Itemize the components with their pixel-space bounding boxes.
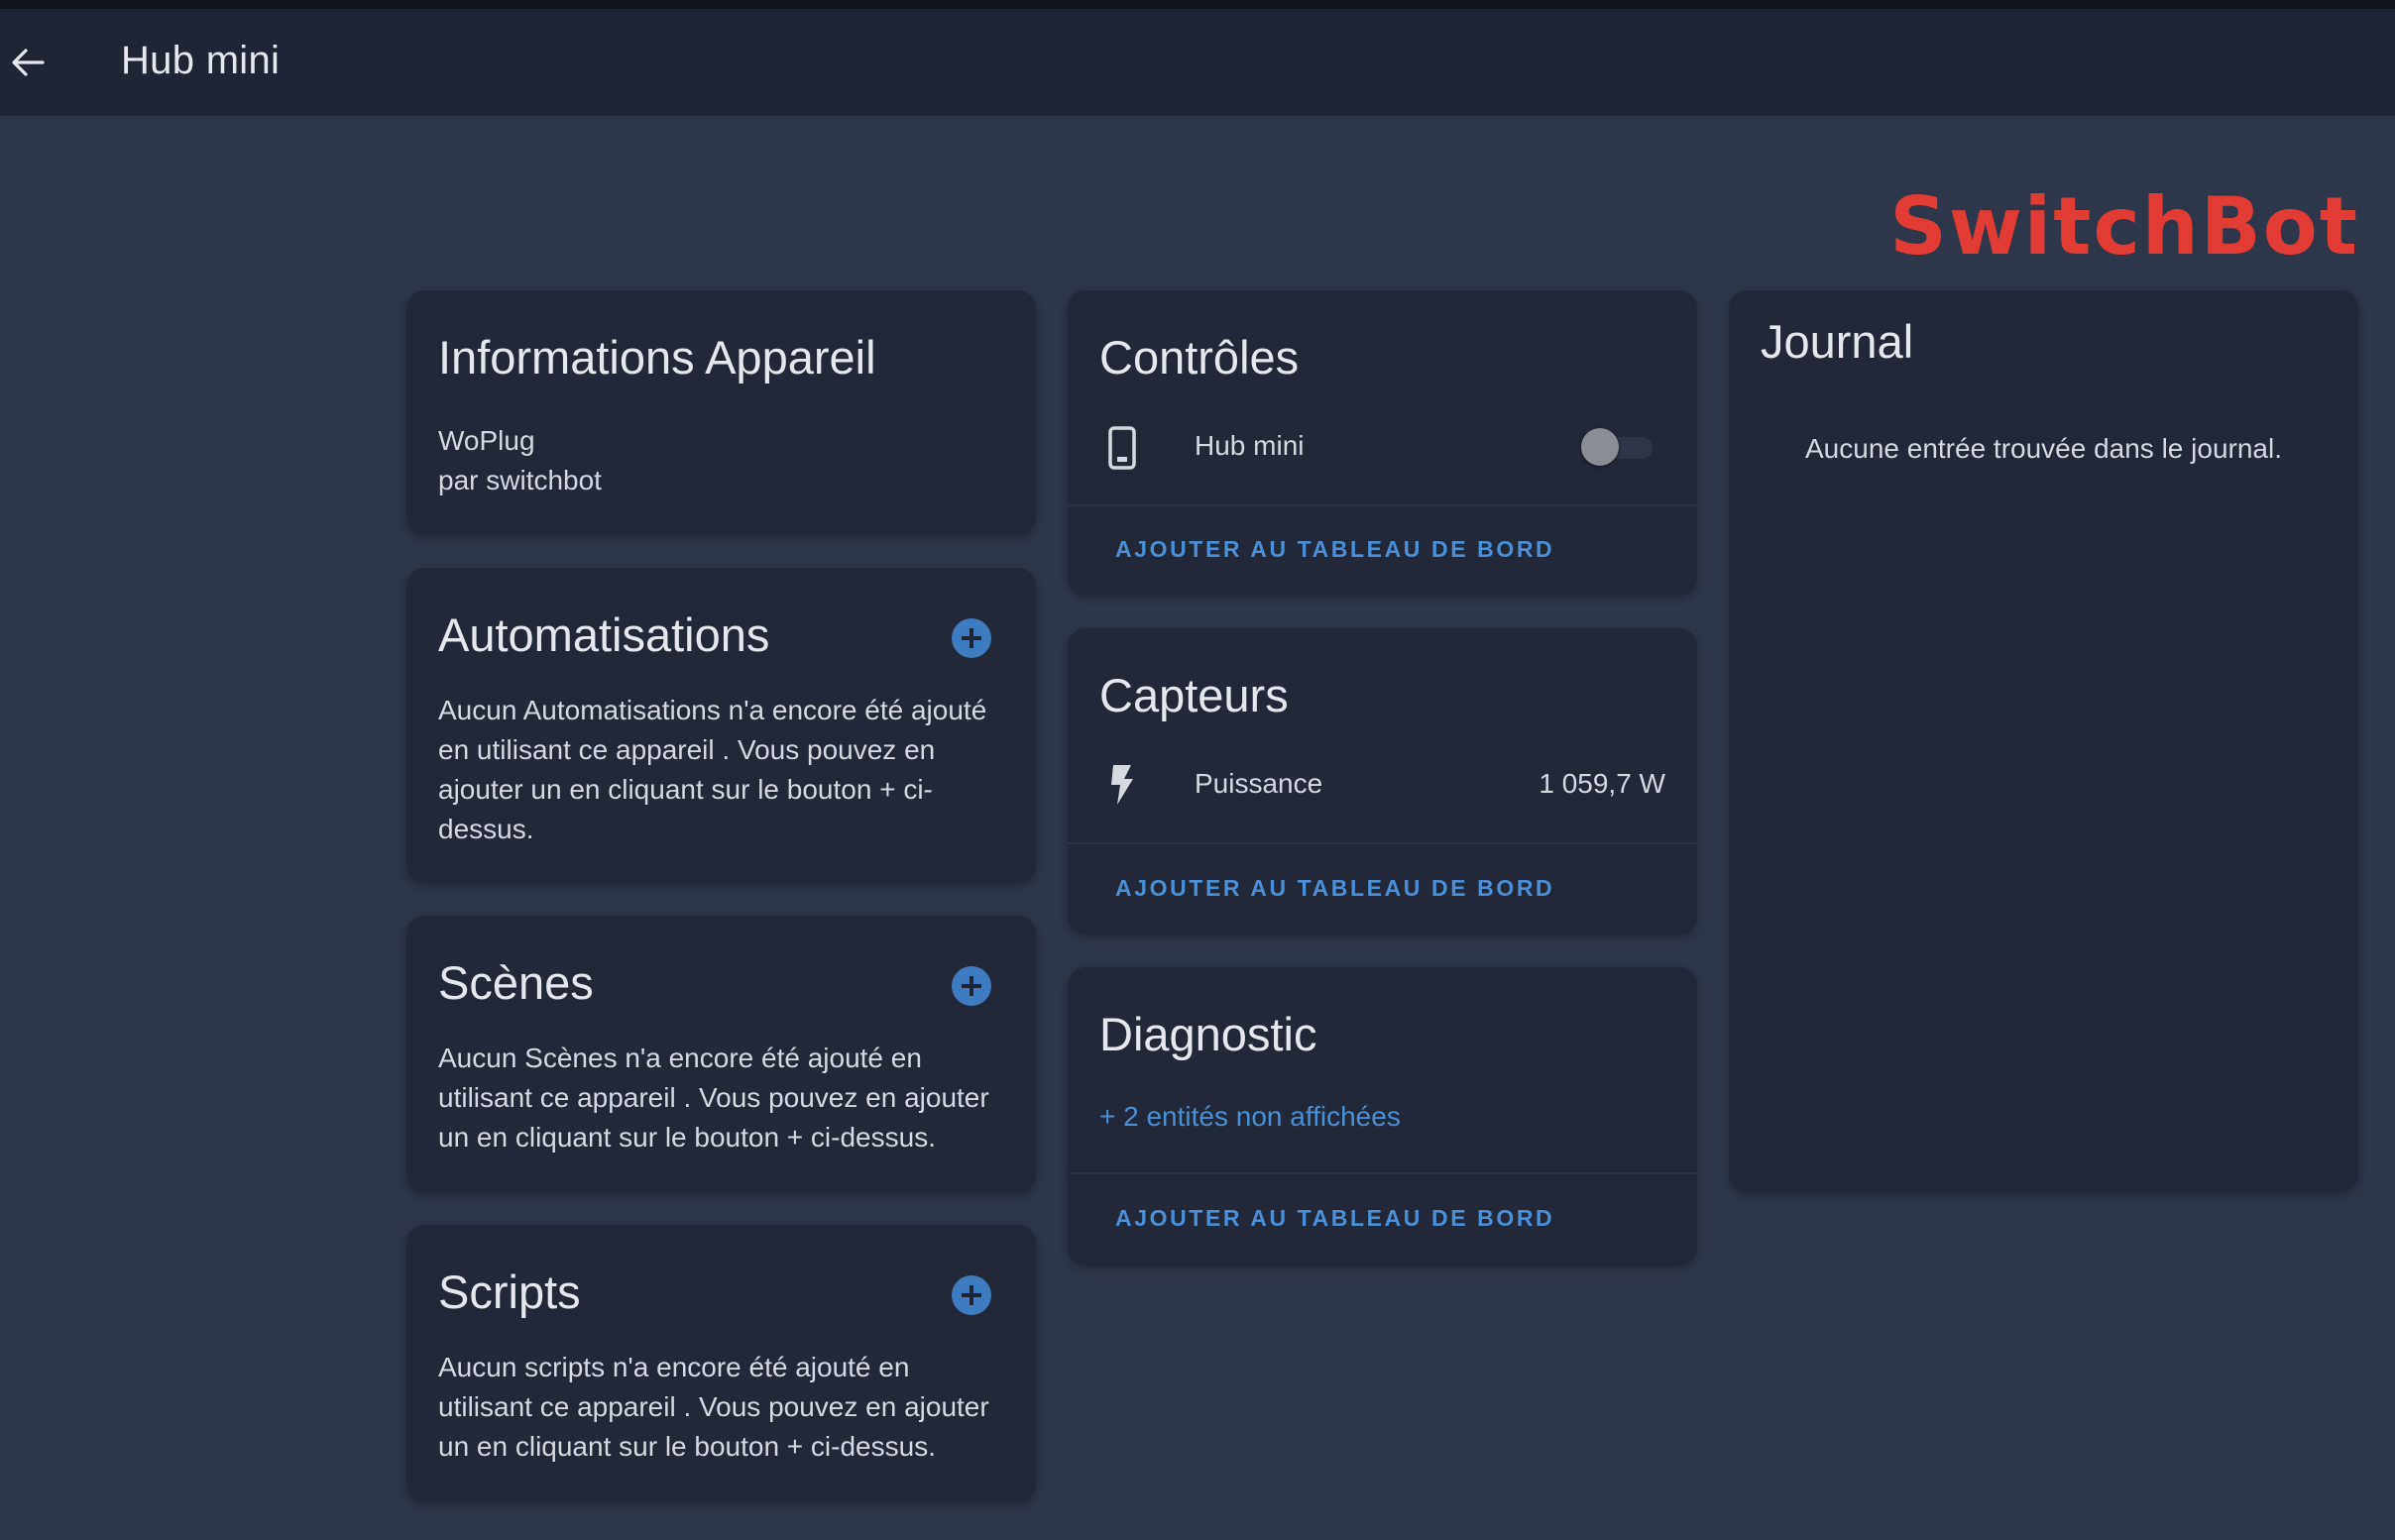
- diagnostic-card: Diagnostic + 2 entités non affichées AJO…: [1068, 967, 1697, 1265]
- add-script-icon[interactable]: [952, 1275, 991, 1315]
- scenes-empty-text: Aucun Scènes n'a encore été ajouté en ut…: [438, 1043, 989, 1153]
- device-manufacturer[interactable]: par switchbot: [438, 461, 602, 500]
- controls-card: Contrôles Hub mini AJOUTER AU TABLEAU DE…: [1068, 290, 1697, 596]
- card-title: Scripts: [438, 1265, 581, 1318]
- phone-icon: [1108, 426, 1136, 470]
- sensors-card: Capteurs Puissance 1 059,7 W AJOUTER AU …: [1068, 628, 1697, 935]
- controls-entity-label[interactable]: Hub mini: [1195, 430, 1304, 462]
- card-divider: [1068, 1172, 1697, 1174]
- sensor-entity-label[interactable]: Puissance: [1195, 768, 1322, 800]
- add-scene-icon[interactable]: [952, 966, 991, 1006]
- add-automation-icon[interactable]: [952, 618, 991, 658]
- controls-add-to-dashboard-button[interactable]: AJOUTER AU TABLEAU DE BORD: [1115, 536, 1554, 563]
- card-title: Automatisations: [438, 608, 770, 661]
- card-title: Informations Appareil: [438, 331, 876, 384]
- card-title: Scènes: [438, 956, 594, 1009]
- top-strip: [0, 0, 2395, 9]
- flash-icon: [1111, 765, 1133, 805]
- logbook-empty-text: Aucune entrée trouvée dans le journal.: [1805, 433, 2282, 464]
- scripts-card: Scripts Aucun scripts n'a encore été ajo…: [406, 1225, 1036, 1502]
- app-header: Hub mini: [0, 9, 2395, 116]
- toggle-knob[interactable]: [1581, 428, 1619, 466]
- scenes-card: Scènes Aucun Scènes n'a encore été ajout…: [406, 916, 1036, 1193]
- device-model: WoPlug: [438, 425, 535, 456]
- card-title: Contrôles: [1099, 331, 1300, 384]
- card-title: Capteurs: [1099, 669, 1289, 721]
- sensors-add-to-dashboard-button[interactable]: AJOUTER AU TABLEAU DE BORD: [1115, 875, 1554, 902]
- diagnostic-add-to-dashboard-button[interactable]: AJOUTER AU TABLEAU DE BORD: [1115, 1205, 1554, 1232]
- logbook-card: Journal Aucune entrée trouvée dans le jo…: [1729, 290, 2358, 1192]
- card-divider: [1068, 504, 1697, 506]
- card-divider: [1068, 842, 1697, 844]
- card-title: Journal: [1761, 315, 1914, 368]
- arrow-left-icon: [12, 49, 45, 76]
- sensor-value: 1 059,7 W: [1539, 768, 1665, 799]
- back-button[interactable]: [8, 41, 48, 84]
- automations-card: Automatisations Aucun Automatisations n'…: [406, 568, 1036, 883]
- automations-empty-text: Aucun Automatisations n'a encore été ajo…: [438, 695, 987, 844]
- scripts-empty-text: Aucun scripts n'a encore été ajouté en u…: [438, 1352, 989, 1462]
- card-title: Diagnostic: [1099, 1008, 1317, 1060]
- brand-logo: SwitchBot: [1889, 180, 2359, 273]
- hidden-entities-link[interactable]: + 2 entités non affichées: [1099, 1101, 1401, 1133]
- page-title: Hub mini: [121, 39, 281, 82]
- device-info-card: Informations Appareil WoPlug par switchb…: [406, 290, 1036, 535]
